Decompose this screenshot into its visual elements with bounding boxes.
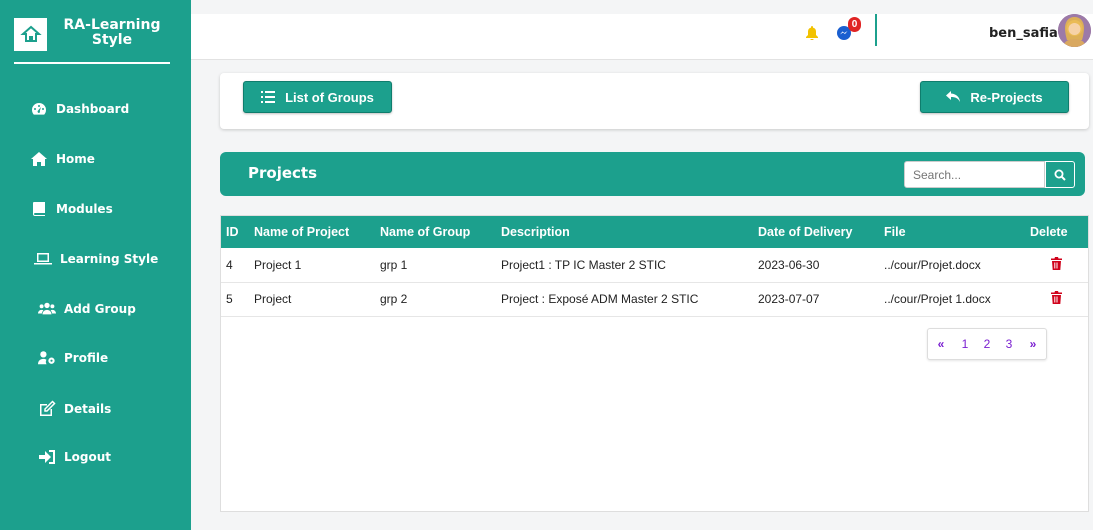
cell-date: 2023-06-30 bbox=[758, 257, 820, 272]
sidebar-item-modules[interactable]: Modules bbox=[0, 198, 191, 220]
table-row: 4 Project 1 grp 1 Project1 : TP IC Maste… bbox=[221, 248, 1088, 282]
list-groups-label: List of Groups bbox=[285, 89, 374, 105]
search-button[interactable] bbox=[1045, 161, 1075, 188]
page-prev[interactable]: « bbox=[928, 329, 954, 359]
sidebar-item-add-group[interactable]: Add Group bbox=[0, 298, 191, 320]
cell-delete bbox=[1025, 282, 1088, 316]
topbar: 0 ben_safia bbox=[191, 14, 1093, 60]
col-header-id[interactable]: ID bbox=[221, 216, 249, 248]
cell-file[interactable]: ../cour/Projet 1.docx bbox=[879, 282, 1025, 316]
sidebar-item-label: Modules bbox=[56, 202, 113, 216]
reply-icon bbox=[946, 91, 961, 102]
home-laptop-icon bbox=[14, 18, 47, 51]
edit-icon bbox=[38, 400, 56, 418]
cell-description: Project1 : TP IC Master 2 STIC bbox=[501, 257, 666, 272]
sidebar-item-label: Add Group bbox=[64, 302, 136, 316]
user-cog-icon bbox=[38, 349, 56, 367]
brand-name: RA-Learning Style bbox=[63, 17, 161, 48]
col-header-date[interactable]: Date of Delivery bbox=[753, 216, 879, 248]
cell-description: Project : Exposé ADM Master 2 STIC bbox=[501, 292, 699, 306]
cell-id: 5 bbox=[226, 292, 233, 306]
cell-group: grp 1 bbox=[380, 257, 408, 272]
trash-icon[interactable] bbox=[1051, 291, 1062, 307]
search-icon bbox=[1054, 169, 1066, 181]
sidebar-item-label: Details bbox=[64, 402, 112, 416]
page-2[interactable]: 2 bbox=[976, 329, 998, 359]
cell-name: Project bbox=[254, 292, 292, 306]
sidebar-item-label: Profile bbox=[64, 351, 109, 365]
pagination: « 1 2 3 » bbox=[927, 328, 1047, 360]
bell-icon[interactable] bbox=[806, 26, 818, 45]
brand[interactable]: RA-Learning Style bbox=[14, 14, 170, 64]
cell-delete bbox=[1025, 248, 1088, 282]
sidebar-item-label: Dashboard bbox=[56, 102, 130, 116]
book-icon bbox=[30, 200, 48, 218]
re-projects-button[interactable]: Re-Projects bbox=[920, 81, 1069, 113]
trash-icon[interactable] bbox=[1051, 256, 1062, 273]
table-row: 5 Project grp 2 Project : Exposé ADM Mas… bbox=[221, 282, 1088, 316]
sidebar-item-dashboard[interactable]: Dashboard bbox=[0, 98, 191, 120]
col-header-file[interactable]: File bbox=[879, 216, 1025, 248]
sidebar-item-learning-style[interactable]: Learning Style bbox=[0, 248, 191, 270]
sidebar-item-logout[interactable]: Logout bbox=[0, 446, 191, 468]
list-groups-button[interactable]: List of Groups bbox=[243, 81, 392, 113]
col-header-name[interactable]: Name of Project bbox=[249, 216, 375, 248]
cell-date: 2023-07-07 bbox=[758, 292, 820, 306]
col-header-group[interactable]: Name of Group bbox=[375, 216, 496, 248]
cell-file[interactable]: ../cour/Projet.docx bbox=[879, 248, 1025, 282]
page-next[interactable]: » bbox=[1020, 329, 1046, 359]
page-1[interactable]: 1 bbox=[954, 329, 976, 359]
users-icon bbox=[38, 300, 56, 318]
projects-table: ID Name of Project Name of Group Descrip… bbox=[221, 216, 1088, 317]
projects-header: Projects bbox=[220, 152, 1085, 196]
page-3[interactable]: 3 bbox=[998, 329, 1020, 359]
sidebar-item-details[interactable]: Details bbox=[0, 398, 191, 420]
projects-table-panel: ID Name of Project Name of Group Descrip… bbox=[220, 215, 1089, 512]
avatar[interactable] bbox=[1058, 14, 1091, 47]
home-icon bbox=[30, 150, 48, 168]
actions-card: List of Groups Re-Projects bbox=[220, 73, 1089, 129]
col-header-description[interactable]: Description bbox=[496, 216, 753, 248]
sidebar-item-profile[interactable]: Profile bbox=[0, 347, 191, 369]
dashboard-icon bbox=[30, 100, 48, 118]
re-projects-label: Re-Projects bbox=[970, 89, 1043, 105]
sidebar: RA-Learning Style Dashboard Home Modules… bbox=[0, 0, 191, 530]
col-header-delete: Delete bbox=[1030, 225, 1068, 239]
sign-out-icon bbox=[38, 448, 56, 466]
topbar-divider bbox=[875, 14, 877, 46]
sidebar-item-label: Logout bbox=[64, 450, 112, 464]
sidebar-item-home[interactable]: Home bbox=[0, 148, 191, 170]
cell-name: Project 1 bbox=[254, 257, 302, 272]
username[interactable]: ben_safia bbox=[989, 26, 1058, 41]
cell-group: grp 2 bbox=[380, 292, 408, 306]
table-header-row: ID Name of Project Name of Group Descrip… bbox=[221, 216, 1088, 248]
list-icon bbox=[261, 91, 276, 103]
sidebar-item-label: Home bbox=[56, 152, 95, 166]
sidebar-item-label: Learning Style bbox=[60, 252, 159, 266]
cell-id: 4 bbox=[226, 257, 233, 272]
search-input[interactable] bbox=[904, 161, 1045, 188]
notification-badge: 0 bbox=[848, 17, 861, 32]
page-title: Projects bbox=[248, 164, 318, 182]
laptop-icon bbox=[34, 250, 52, 268]
